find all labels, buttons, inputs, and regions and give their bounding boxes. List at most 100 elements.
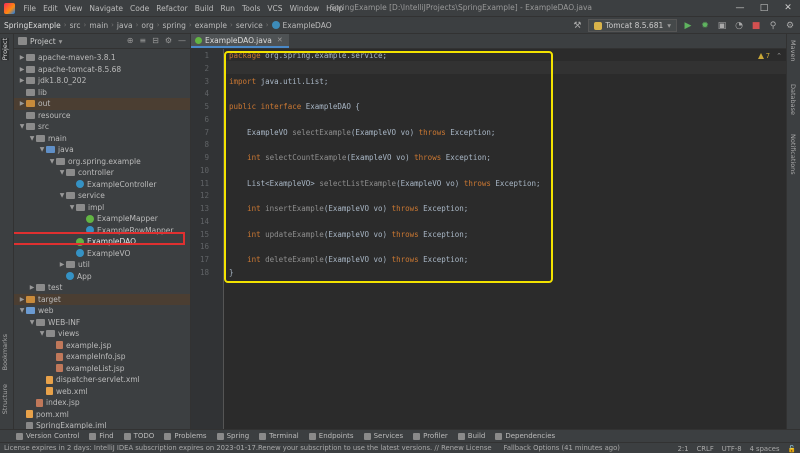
tree-item[interactable]: ExampleController xyxy=(14,179,190,191)
breadcrumb-item[interactable]: main xyxy=(89,21,108,30)
breadcrumb-item[interactable]: SpringExample xyxy=(4,21,61,30)
menu-tools[interactable]: Tools xyxy=(238,4,263,13)
chevron-down-icon[interactable]: ▼ xyxy=(58,169,66,176)
close-tab-icon[interactable]: ✕ xyxy=(277,36,283,44)
profile-icon[interactable]: ◔ xyxy=(733,20,745,32)
chevron-down-icon[interactable]: ▼ xyxy=(18,307,26,314)
tree-item[interactable]: ▼ main xyxy=(14,133,190,145)
stop-icon[interactable]: ■ xyxy=(750,20,762,32)
tree-item[interactable]: ▶ out xyxy=(14,98,190,110)
tree-item[interactable]: App xyxy=(14,271,190,283)
tree-item[interactable]: pom.xml xyxy=(14,409,190,421)
tool-problems[interactable]: Problems xyxy=(164,432,207,440)
status-message[interactable]: License expires in 2 days: IntelliJ IDEA… xyxy=(4,444,492,452)
tree-item[interactable]: ▼ web xyxy=(14,305,190,317)
menu-view[interactable]: View xyxy=(61,4,86,13)
tree-item[interactable]: ▼ org.spring.example xyxy=(14,156,190,168)
chevron-up-icon[interactable]: ⌃ xyxy=(776,52,782,60)
tree-item[interactable]: ▶ apache-tomcat-8.5.68 xyxy=(14,64,190,76)
tab-notifications[interactable]: Notifications xyxy=(789,134,797,175)
add-icon[interactable]: ⊕ xyxy=(127,36,134,45)
chevron-right-icon[interactable]: ▶ xyxy=(28,284,36,291)
menu-run[interactable]: Run xyxy=(217,4,238,13)
menu-build[interactable]: Build xyxy=(191,4,217,13)
tree-item[interactable]: ▼ service xyxy=(14,190,190,202)
run-configuration-select[interactable]: Tomcat 8.5.681 ▾ xyxy=(588,19,677,32)
chevron-down-icon[interactable]: ▼ xyxy=(68,204,76,211)
tool-terminal[interactable]: Terminal xyxy=(259,432,299,440)
tree-item[interactable]: lib xyxy=(14,87,190,99)
hide-icon[interactable]: — xyxy=(178,36,186,45)
tab-bookmarks[interactable]: Bookmarks xyxy=(1,334,9,370)
tree-item[interactable]: dispatcher-servlet.xml xyxy=(14,374,190,386)
tree-item[interactable]: resource xyxy=(14,110,190,122)
tree-item[interactable]: ▼ WEB-INF xyxy=(14,317,190,329)
tab-project[interactable]: Project xyxy=(1,38,9,61)
run-icon[interactable]: ▶ xyxy=(682,20,694,32)
menu-window[interactable]: Window xyxy=(286,4,323,13)
expand-all-icon[interactable]: ⊟ xyxy=(152,36,159,45)
status-fallback[interactable]: Fallback Options (41 minutes ago) xyxy=(504,444,620,452)
chevron-down-icon[interactable]: ▼ xyxy=(38,330,46,337)
indent-setting[interactable]: 4 spaces xyxy=(750,445,780,453)
line-separator[interactable]: CRLF xyxy=(697,445,714,453)
settings-icon[interactable]: ⚙ xyxy=(784,20,796,32)
tab-database[interactable]: Database xyxy=(789,84,797,115)
tab-maven[interactable]: Maven xyxy=(789,40,797,62)
project-panel-title[interactable]: Project xyxy=(30,37,56,46)
chevron-right-icon[interactable]: ▶ xyxy=(18,77,26,84)
breadcrumb-item[interactable]: example xyxy=(195,21,227,30)
chevron-down-icon[interactable]: ▾ xyxy=(59,37,63,46)
tool-endpoints[interactable]: Endpoints xyxy=(308,432,354,440)
tool-spring[interactable]: Spring xyxy=(216,432,249,440)
code-editor[interactable]: 1 2 3 4 5 6 7 8 9 10 11 12 13 14 15 16 17 18 package org.… xyxy=(191,49,786,429)
chevron-right-icon[interactable]: ▶ xyxy=(18,66,26,73)
tree-item[interactable]: exampleInfo.jsp xyxy=(14,351,190,363)
minimize-icon[interactable]: — xyxy=(728,0,752,16)
breadcrumb-item[interactable]: org xyxy=(141,21,153,30)
chevron-right-icon[interactable]: ▶ xyxy=(58,261,66,268)
tool-find[interactable]: Find xyxy=(89,432,114,440)
close-icon[interactable]: ✕ xyxy=(776,0,800,16)
inspection-widget[interactable]: 7 ⌃ xyxy=(757,52,782,60)
chevron-down-icon[interactable]: ▼ xyxy=(58,192,66,199)
breadcrumb-item[interactable]: src xyxy=(70,21,81,30)
menu-edit[interactable]: Edit xyxy=(40,4,62,13)
coverage-icon[interactable]: ▣ xyxy=(716,20,728,32)
tool-todo[interactable]: TODO xyxy=(123,432,154,440)
chevron-down-icon[interactable]: ▼ xyxy=(18,123,26,130)
chevron-right-icon[interactable]: ▶ xyxy=(18,100,26,107)
tree-item[interactable]: ▼ impl xyxy=(14,202,190,214)
tree-item[interactable]: ▼ controller xyxy=(14,167,190,179)
tab-structure[interactable]: Structure xyxy=(1,384,9,414)
tool-build[interactable]: Build xyxy=(457,432,485,440)
menu-refactor[interactable]: Refactor xyxy=(153,4,191,13)
breadcrumb-item[interactable]: ExampleDAO xyxy=(283,21,332,30)
breadcrumb-item[interactable]: java xyxy=(117,21,133,30)
menu-file[interactable]: File xyxy=(20,4,40,13)
chevron-down-icon[interactable]: ▼ xyxy=(28,319,36,326)
hammer-build-icon[interactable]: ⚒ xyxy=(571,20,583,32)
tool-services[interactable]: Services xyxy=(363,432,403,440)
menu-vcs[interactable]: VCS xyxy=(264,4,286,13)
maximize-icon[interactable]: □ xyxy=(752,0,776,16)
tree-item[interactable]: SpringExample.iml xyxy=(14,420,190,429)
tree-item[interactable]: ▼ java xyxy=(14,144,190,156)
file-encoding[interactable]: UTF-8 xyxy=(722,445,742,453)
chevron-down-icon[interactable]: ▼ xyxy=(28,135,36,142)
chevron-down-icon[interactable]: ▼ xyxy=(38,146,46,153)
tree-item[interactable]: ▶ jdk1.8.0_202 xyxy=(14,75,190,87)
menu-code[interactable]: Code xyxy=(127,4,153,13)
chevron-right-icon[interactable]: ▶ xyxy=(18,296,26,303)
tree-item[interactable]: ExampleMapper xyxy=(14,213,190,225)
tree-item[interactable]: web.xml xyxy=(14,386,190,398)
chevron-down-icon[interactable]: ▼ xyxy=(48,158,56,165)
tree-item[interactable]: exampleList.jsp xyxy=(14,363,190,375)
tree-item[interactable]: ▶ util xyxy=(14,259,190,271)
tree-item[interactable]: ▶ apache-maven-3.8.1 xyxy=(14,52,190,64)
search-icon[interactable]: ⚲ xyxy=(767,20,779,32)
menu-navigate[interactable]: Navigate xyxy=(86,4,127,13)
breadcrumb-item[interactable]: service xyxy=(236,21,263,30)
tree-item[interactable]: ▶ test xyxy=(14,282,190,294)
tree-item[interactable]: ▶ target xyxy=(14,293,190,305)
